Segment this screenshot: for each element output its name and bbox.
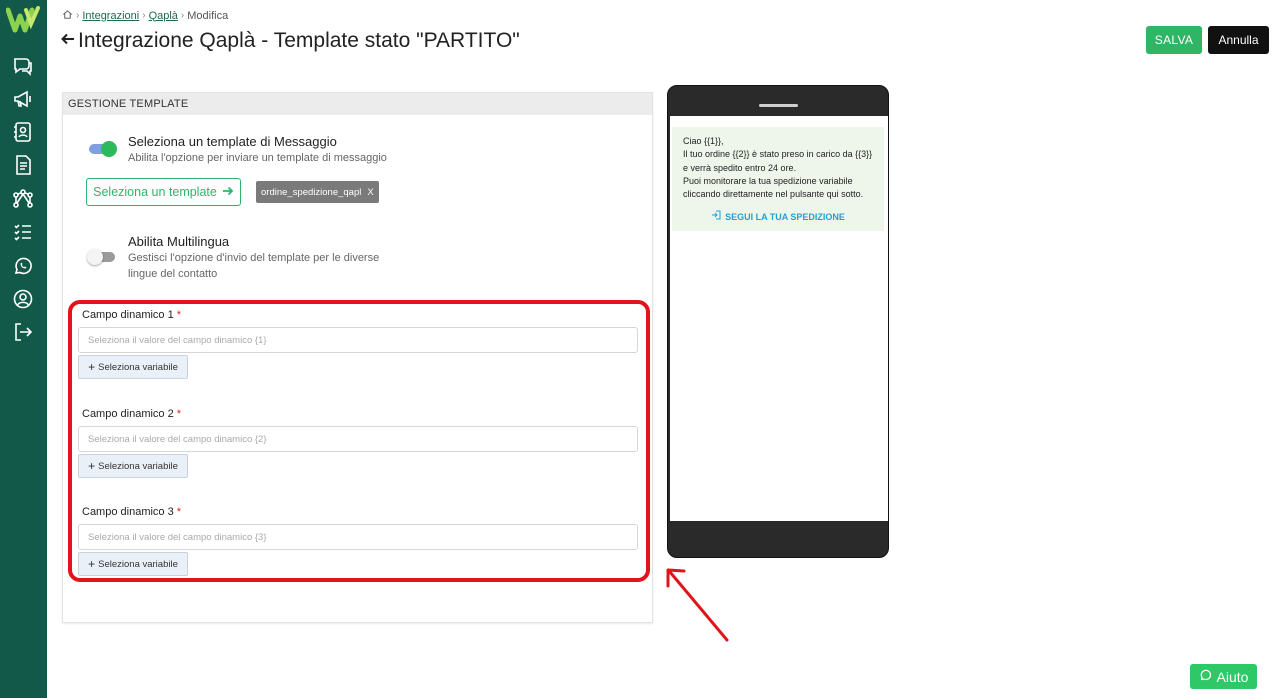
breadcrumb-link-integrazioni[interactable]: Integrazioni: [82, 10, 139, 22]
template-card: GESTIONE TEMPLATE Seleziona un template …: [62, 92, 653, 623]
contacts-icon[interactable]: [11, 120, 35, 144]
chat-icon[interactable]: [11, 54, 35, 78]
megaphone-icon[interactable]: [11, 87, 35, 111]
phone-screen: Ciao {{1}}, Il tuo ordine {{2}} è stato …: [670, 116, 888, 521]
message-line: Puoi monitorare la tua spedizione variab…: [683, 175, 853, 186]
multilang-toggle[interactable]: [87, 249, 117, 265]
dynamic-field-3-input[interactable]: [78, 524, 638, 550]
logo-icon[interactable]: [6, 6, 42, 34]
save-button[interactable]: SALVA: [1146, 26, 1202, 54]
page-title: Integrazione Qaplà - Template stato "PAR…: [78, 29, 520, 52]
breadcrumb-separator: ›: [76, 10, 80, 21]
breadcrumb-separator: ›: [180, 10, 185, 21]
home-icon[interactable]: [62, 9, 73, 22]
external-link-icon: [711, 210, 721, 224]
checklist-icon[interactable]: [11, 220, 35, 244]
whatsapp-icon[interactable]: [11, 254, 35, 278]
required-mark: *: [176, 309, 182, 321]
card-header: GESTIONE TEMPLATE: [63, 93, 652, 115]
phone-speaker: [759, 104, 798, 107]
document-icon[interactable]: [11, 153, 35, 177]
message-line: Il tuo ordine {{2}} è stato preso in car…: [683, 149, 873, 160]
template-option-title: Seleziona un template di Messaggio: [128, 134, 337, 149]
multilang-option-title: Abilita Multilingua: [128, 234, 230, 249]
page-title-row: Integrazione Qaplà - Template stato "PAR…: [60, 29, 520, 53]
template-option-description: Abilita l'opzione per inviare un templat…: [128, 152, 387, 164]
back-arrow-icon[interactable]: [60, 29, 76, 53]
chip-remove-button[interactable]: X: [367, 187, 373, 198]
dynamic-field-2-input[interactable]: [78, 426, 638, 452]
message-line: cliccando direttamente nel pulsante qui …: [683, 189, 864, 200]
dynamic-field-1-input[interactable]: [78, 327, 638, 353]
template-toggle[interactable]: [89, 141, 117, 157]
logout-icon[interactable]: [11, 320, 35, 344]
multilang-description-line: lingue del contatto: [128, 268, 218, 280]
user-icon[interactable]: [11, 287, 35, 311]
field-label-text: Campo dinamico 1: [82, 309, 174, 321]
message-bubble: Ciao {{1}}, Il tuo ordine {{2}} è stato …: [672, 127, 884, 231]
select-variable-label: Seleziona variabile: [98, 361, 178, 373]
help-button[interactable]: Aiuto: [1190, 664, 1257, 689]
field-label-1: Campo dinamico 1 *: [82, 309, 181, 321]
breadcrumb: › Integrazioni › Qaplà › Modifica: [62, 9, 228, 22]
select-template-label: Seleziona un template: [93, 185, 217, 199]
select-variable-label: Seleziona variabile: [98, 558, 178, 570]
required-mark: *: [176, 506, 182, 518]
multilang-description-line: Gestisci l'opzione d'invio del template …: [128, 252, 380, 264]
plus-icon: +: [88, 459, 96, 473]
select-variable-button-2[interactable]: + Seleziona variabile: [78, 454, 188, 478]
arrow-right-icon: [222, 185, 234, 200]
sidebar: [0, 0, 47, 698]
field-label-text: Campo dinamico 2: [82, 408, 174, 420]
message-line: e verrà spedito entro 24 ore.: [683, 162, 797, 173]
field-label-text: Campo dinamico 3: [82, 506, 174, 518]
whatsapp-icon: [1199, 668, 1213, 685]
required-mark: *: [176, 408, 182, 420]
phone-preview: Ciao {{1}}, Il tuo ordine {{2}} è stato …: [667, 85, 889, 558]
select-variable-label: Seleziona variabile: [98, 460, 178, 472]
cancel-button[interactable]: Annulla: [1208, 26, 1269, 54]
message-line: Ciao {{1}},: [683, 136, 724, 146]
track-shipment-label: SEGUI LA TUA SPEDIZIONE: [725, 211, 845, 222]
breadcrumb-separator: ›: [142, 10, 146, 21]
plus-icon: +: [88, 557, 96, 571]
help-label: Aiuto: [1216, 668, 1249, 685]
select-variable-button-1[interactable]: + Seleziona variabile: [78, 355, 188, 379]
selected-template-chip: ordine_spedizione_qapl X: [256, 181, 379, 203]
plus-icon: +: [88, 360, 96, 374]
breadcrumb-link-qapla[interactable]: Qaplà: [149, 10, 178, 22]
multilang-option-description: Gestisci l'opzione d'invio del template …: [128, 250, 379, 282]
workflow-icon[interactable]: [11, 187, 35, 211]
field-label-2: Campo dinamico 2 *: [82, 408, 181, 420]
select-template-button[interactable]: Seleziona un template: [86, 178, 241, 206]
track-shipment-link[interactable]: SEGUI LA TUA SPEDIZIONE: [683, 210, 873, 224]
field-label-3: Campo dinamico 3 *: [82, 506, 181, 518]
select-variable-button-3[interactable]: + Seleziona variabile: [78, 552, 188, 576]
annotation-arrow-icon: [666, 568, 729, 642]
chip-label: ordine_spedizione_qapl: [261, 186, 362, 198]
breadcrumb-current: Modifica: [187, 9, 229, 22]
